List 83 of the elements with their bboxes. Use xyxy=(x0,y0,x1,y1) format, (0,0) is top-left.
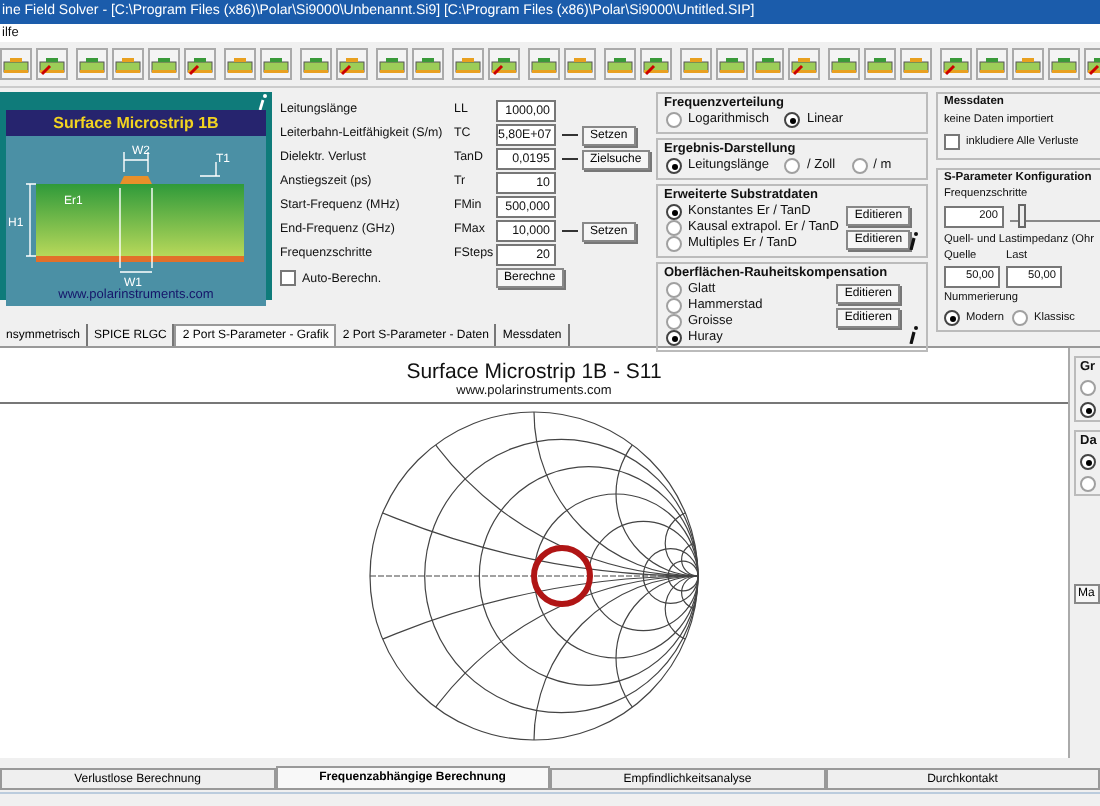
toolbar-button[interactable] xyxy=(148,48,180,80)
cross-section-icon xyxy=(530,52,558,76)
toolbar-button[interactable] xyxy=(900,48,932,80)
toolbar-button[interactable] xyxy=(452,48,484,80)
radio-circle[interactable] xyxy=(851,158,868,174)
reflection-trace xyxy=(531,545,593,607)
toolbar-button[interactable] xyxy=(788,48,820,80)
info-icon[interactable] xyxy=(908,326,920,344)
cross-section-icon xyxy=(150,52,178,76)
structure-title: Surface Microstrip 1B xyxy=(6,110,266,136)
radio-circle[interactable] xyxy=(784,158,801,174)
radio-circle[interactable] xyxy=(666,330,682,346)
toolbar-button[interactable] xyxy=(112,48,144,80)
toolbar-button[interactable] xyxy=(336,48,368,80)
radio-circle[interactable] xyxy=(666,112,682,128)
cross-section-icon xyxy=(38,52,66,76)
toolbar-button[interactable] xyxy=(828,48,860,80)
cross-section-icon xyxy=(454,52,482,76)
cross-section-icon xyxy=(1050,52,1078,76)
toolbar-button[interactable] xyxy=(184,48,216,80)
radio-circle[interactable] xyxy=(666,158,682,174)
toolbar-button[interactable] xyxy=(76,48,108,80)
cross-section-icon xyxy=(378,52,406,76)
cross-section-icon xyxy=(226,52,254,76)
toolbar-button[interactable] xyxy=(376,48,408,80)
radio-circle[interactable] xyxy=(666,298,682,314)
radio-circle[interactable] xyxy=(1011,310,1028,326)
radio-button[interactable] xyxy=(1080,380,1096,396)
cross-section-icon xyxy=(338,52,366,76)
cross-section-icon xyxy=(2,52,30,76)
toolbar-button[interactable] xyxy=(864,48,896,80)
cross-section-icon xyxy=(978,52,1006,76)
radio-circle[interactable] xyxy=(944,310,960,326)
toolbar-button[interactable] xyxy=(940,48,972,80)
cross-section-icon xyxy=(718,52,746,76)
cross-section-icon xyxy=(790,52,818,76)
toolbar-button[interactable] xyxy=(224,48,256,80)
toolbar-button[interactable] xyxy=(640,48,672,80)
cross-section-icon xyxy=(566,52,594,76)
cross-section-icon xyxy=(902,52,930,76)
cross-section-icon xyxy=(754,52,782,76)
toolbar-button[interactable] xyxy=(488,48,520,80)
radio-button[interactable] xyxy=(1080,402,1096,418)
slider-thumb[interactable] xyxy=(1017,204,1026,228)
toolbar-button[interactable] xyxy=(604,48,636,80)
toolbar-button[interactable] xyxy=(564,48,596,80)
radio-circle[interactable] xyxy=(666,282,682,298)
radio-circle[interactable] xyxy=(784,112,801,128)
toolbar-button[interactable] xyxy=(1012,48,1044,80)
toolbar-button[interactable] xyxy=(300,48,332,80)
toolbar-button[interactable] xyxy=(412,48,444,80)
chart-title: Surface Microstrip 1B - S11 xyxy=(406,360,662,384)
cross-section-icon xyxy=(302,52,330,76)
toolbar-button[interactable] xyxy=(260,48,292,80)
toolbar-button[interactable] xyxy=(752,48,784,80)
toolbar-button[interactable] xyxy=(976,48,1008,80)
radio-circle[interactable] xyxy=(666,314,682,330)
slider[interactable] xyxy=(1010,204,1100,222)
radio-circle[interactable] xyxy=(666,236,682,252)
radio-button[interactable] xyxy=(1080,476,1096,492)
cross-section-icon xyxy=(414,52,442,76)
cross-section-icon xyxy=(262,52,290,76)
cross-section-icon xyxy=(866,52,894,76)
toolbar-button[interactable] xyxy=(1048,48,1080,80)
cross-section-icon xyxy=(78,52,106,76)
info-icon[interactable] xyxy=(908,232,920,250)
cross-section-icon xyxy=(186,52,214,76)
cross-section-icon xyxy=(606,52,634,76)
cross-section-icon xyxy=(114,52,142,76)
radio-circle[interactable] xyxy=(666,220,682,236)
cross-section-icon xyxy=(1014,52,1042,76)
toolbar-button[interactable] xyxy=(0,48,32,80)
cross-section-icon xyxy=(830,52,858,76)
toolbar-button[interactable] xyxy=(680,48,712,80)
cross-section-icon xyxy=(642,52,670,76)
radio-button[interactable] xyxy=(1080,454,1096,470)
cross-section-icon xyxy=(942,52,970,76)
cross-section-icon xyxy=(490,52,518,76)
toolbar-button[interactable] xyxy=(716,48,748,80)
cross-section-icon xyxy=(682,52,710,76)
radio-circle[interactable] xyxy=(666,204,682,220)
toolbar-button[interactable] xyxy=(36,48,68,80)
toolbar-button[interactable] xyxy=(528,48,560,80)
